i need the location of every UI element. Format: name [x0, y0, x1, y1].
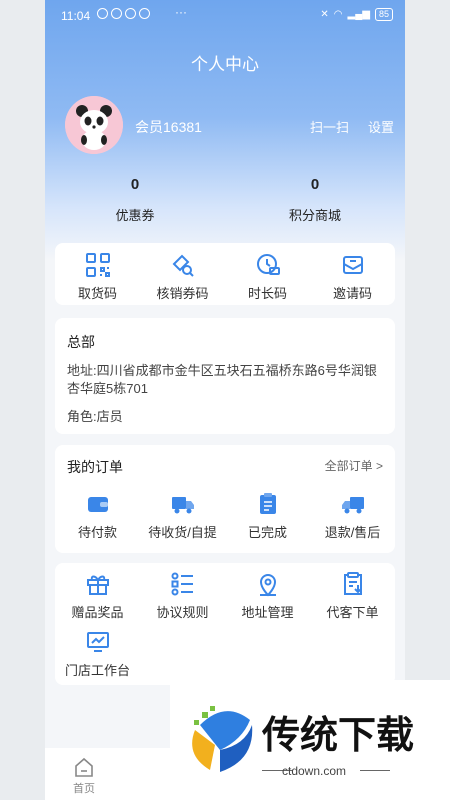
list-icon [171, 572, 193, 596]
order-status-row: 待付款 待收货/自提 已完成 退款/售后 [55, 491, 395, 541]
agreement-rules-button[interactable]: 协议规则 [140, 571, 225, 629]
duration-code-button[interactable]: 时长码 [225, 243, 310, 305]
gifts-button[interactable]: 赠品奖品 [55, 571, 140, 629]
store-address: 地址:四川省成都市金牛区五块石五福桥东路6号华润银杏华庭5栋701 [67, 363, 377, 396]
gift-icon [86, 575, 109, 595]
system-icons: ✕ ◠ ▂▄▆ 85 [320, 8, 393, 21]
tools-card: 赠品奖品 协议规则 地址管理 代客下单 门店工作台 [55, 563, 395, 685]
ticket-search-icon [172, 254, 194, 277]
pending-receipt-label: 待收货/自提 [148, 525, 217, 540]
tools-grid: 赠品奖品 协议规则 地址管理 代客下单 门店工作台 [55, 563, 395, 687]
location-pin-icon [259, 574, 276, 597]
mute-icon: ✕ [320, 9, 329, 20]
pickup-code-button[interactable]: 取货码 [55, 243, 140, 305]
store-title: 总部 [67, 334, 95, 350]
status-bar: 11:04 ··· ✕ ◠ ▂▄▆ 85 [45, 0, 405, 30]
watermark-divider-right [360, 770, 390, 771]
tab-home-label: 首页 [73, 783, 95, 795]
watermark-brand: 传统下载 [262, 713, 415, 757]
notification-icon [125, 8, 136, 19]
battery-icon: 85 [374, 8, 393, 21]
refund-label: 退款/售后 [324, 525, 381, 540]
pending-payment-button[interactable]: 待付款 [55, 491, 140, 541]
notification-icon [97, 8, 108, 19]
page-title: 个人中心 [191, 55, 259, 74]
store-info-card: 总部 地址:四川省成都市金牛区五块石五福桥东路6号华润银杏华庭5栋701 角色:… [55, 318, 395, 434]
completed-label: 已完成 [247, 525, 287, 540]
notification-icon [139, 8, 150, 19]
coupon-stat[interactable]: 0 优惠券 [75, 176, 195, 224]
orders-card: 我的订单 全部订单 > 待付款 待收货/自提 已完成 退款/售后 [55, 445, 395, 553]
watermark-logo-icon [192, 706, 253, 772]
avatar[interactable] [65, 96, 123, 154]
tab-home[interactable]: 首页 [73, 756, 95, 796]
qr-code-icon [85, 253, 110, 277]
notification-icons [97, 8, 150, 19]
watermark: 传统下载 ctdown.com [170, 680, 450, 800]
watermark-url: ctdown.com [282, 764, 347, 778]
monitor-chart-icon [86, 632, 109, 652]
pickup-code-label: 取货码 [77, 286, 117, 301]
refund-button[interactable]: 退款/售后 [310, 491, 395, 541]
coupon-count: 0 [130, 176, 140, 193]
panda-avatar-icon [65, 96, 123, 154]
clock-ticket-icon [256, 254, 280, 275]
proxy-order-button[interactable]: 代客下单 [310, 571, 395, 629]
store-workbench-label: 门店工作台 [64, 663, 130, 678]
return-truck-icon [341, 497, 364, 514]
more-notifications-icon: ··· [175, 5, 187, 19]
notification-icon [111, 8, 122, 19]
completed-button[interactable]: 已完成 [225, 491, 310, 541]
scan-button[interactable]: 扫一扫 [310, 117, 349, 136]
member-name: 会员16381 [135, 119, 202, 135]
orders-title: 我的订单 [67, 459, 123, 475]
all-orders-link[interactable]: 全部订单 > [325, 457, 383, 474]
invite-envelope-icon [342, 256, 363, 274]
agreement-rules-label: 协议规则 [156, 605, 209, 620]
points-mall-label: 积分商城 [288, 208, 341, 223]
signal-icon: ▂▄▆ [347, 9, 370, 20]
points-count: 0 [310, 176, 320, 193]
settings-button[interactable]: 设置 [368, 117, 394, 136]
pending-payment-label: 待付款 [77, 525, 117, 540]
verify-coupon-button[interactable]: 核销券码 [140, 243, 225, 305]
home-icon [75, 757, 93, 777]
address-management-button[interactable]: 地址管理 [225, 571, 310, 629]
clipboard-icon [259, 493, 276, 514]
order-download-icon [343, 572, 362, 595]
proxy-order-label: 代客下单 [326, 605, 379, 620]
store-role: 角色:店员 [67, 409, 123, 424]
gifts-label: 赠品奖品 [71, 605, 124, 620]
wallet-icon [87, 497, 108, 512]
truck-icon [171, 497, 194, 514]
invite-code-label: 邀请码 [332, 286, 372, 301]
duration-code-label: 时长码 [247, 286, 287, 301]
invite-code-button[interactable]: 邀请码 [310, 243, 395, 305]
store-workbench-button[interactable]: 门店工作台 [55, 629, 140, 687]
verify-coupon-label: 核销券码 [156, 286, 209, 301]
coupon-label: 优惠券 [115, 208, 155, 223]
address-management-label: 地址管理 [241, 605, 294, 620]
points-mall-stat[interactable]: 0 积分商城 [255, 176, 375, 224]
pending-receipt-button[interactable]: 待收货/自提 [140, 491, 225, 541]
status-time: 11:04 [61, 9, 91, 23]
quick-actions-card: 取货码 核销券码 时长码 邀请码 [55, 243, 395, 305]
wifi-icon: ◠ [333, 9, 343, 20]
